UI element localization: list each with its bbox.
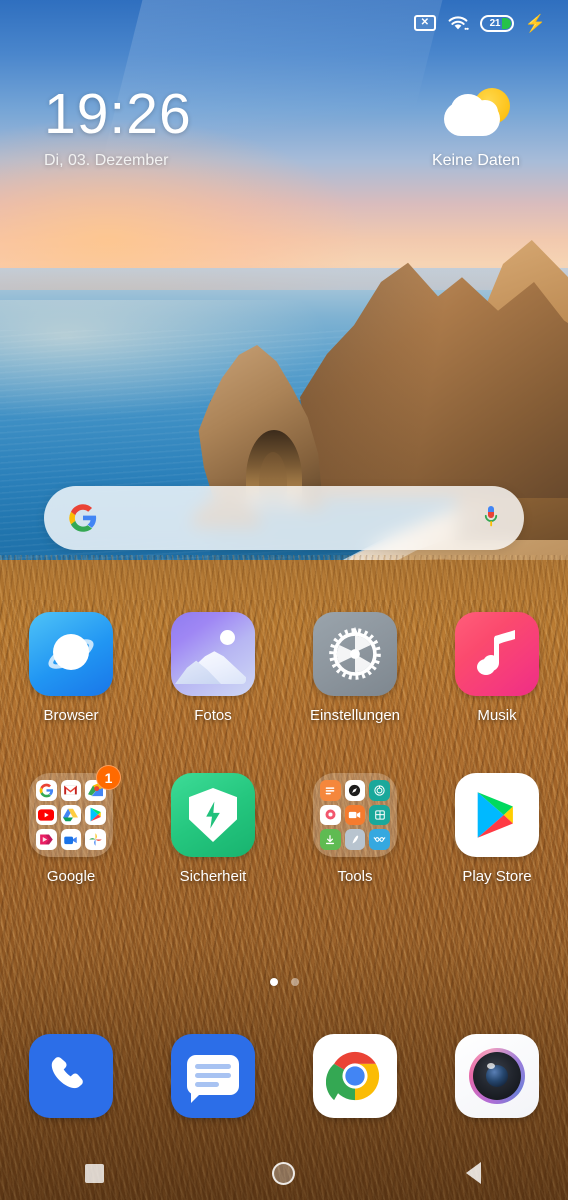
app-sicherheit[interactable]: Sicherheit — [142, 773, 284, 885]
microphone-icon[interactable] — [482, 503, 500, 533]
status-bar: ✕ 21 ⚡ — [0, 0, 568, 46]
drive-icon — [60, 804, 82, 826]
battery-level: 21 — [489, 17, 501, 29]
messages-icon[interactable] — [171, 1034, 255, 1118]
chrome-icon[interactable] — [313, 1034, 397, 1118]
app-label-tools: Tools — [337, 868, 373, 885]
page-dot-2[interactable] — [290, 978, 299, 986]
page-dot-1[interactable] — [269, 978, 278, 986]
app-grid: Browser Fotos Einstellungen Musik 1 Goog… — [0, 612, 568, 885]
wifi-icon — [447, 14, 469, 32]
clock-widget[interactable]: 19:26 Di, 03. Dezember — [44, 86, 192, 170]
notes-icon — [320, 780, 341, 801]
app-label-google: Google — [46, 868, 96, 885]
partly-cloudy-icon — [438, 88, 514, 144]
back-triangle-icon — [465, 1162, 481, 1184]
app-label-browser: Browser — [43, 707, 99, 724]
downloads-icon — [320, 829, 341, 850]
folder-google[interactable]: 1 Google — [0, 765, 142, 885]
recorder-icon — [369, 780, 390, 801]
app-row-1: Browser Fotos Einstellungen Musik — [0, 612, 568, 724]
app-label-play-store: Play Store — [462, 868, 532, 885]
app-fotos[interactable]: Fotos — [142, 612, 284, 724]
google-search-bar[interactable] — [44, 486, 524, 550]
play-store-icon[interactable] — [455, 773, 539, 857]
camera-icon[interactable] — [455, 1034, 539, 1118]
weather-widget[interactable]: Keine Daten — [416, 88, 536, 170]
google-g-icon — [36, 780, 57, 801]
photos-icon[interactable] — [171, 612, 255, 696]
clock-icon — [320, 804, 341, 826]
gmail-icon — [60, 780, 82, 801]
app-label-fotos: Fotos — [194, 707, 232, 724]
page-indicator[interactable] — [0, 978, 568, 986]
dock-item-camera[interactable] — [426, 1034, 568, 1118]
dock-item-phone[interactable] — [0, 1034, 142, 1118]
no-sim-glyph: ✕ — [420, 17, 430, 28]
play-movies-icon — [36, 829, 57, 850]
home-button[interactable] — [189, 1161, 378, 1185]
cleaner-icon — [344, 829, 366, 850]
clock-date: Di, 03. Dezember — [44, 152, 169, 169]
dock — [0, 1034, 568, 1118]
home-circle-icon — [272, 1161, 296, 1185]
app-musik[interactable]: Musik — [426, 612, 568, 724]
notification-badge: 1 — [96, 765, 121, 790]
phone-icon[interactable] — [29, 1034, 113, 1118]
dock-item-messages[interactable] — [142, 1034, 284, 1118]
battery-indicator: 21 — [479, 14, 514, 32]
weather-status-text: Keine Daten — [431, 152, 521, 169]
calculator-icon — [369, 804, 390, 826]
screen-recorder-icon — [344, 804, 366, 826]
navigation-bar — [0, 1146, 568, 1200]
clock-time: 19:26 — [44, 82, 192, 146]
home-screen: ✕ 21 ⚡ 19:26 Di, 03. Dezember Keine Date… — [0, 0, 568, 1200]
app-label-musik: Musik — [477, 707, 517, 724]
app-label-sicherheit: Sicherheit — [179, 868, 247, 885]
settings-gear-icon[interactable] — [313, 612, 397, 696]
scanner-icon — [369, 829, 390, 850]
wallpaper — [0, 0, 568, 1200]
google-g-icon — [68, 503, 98, 533]
compass-icon — [344, 780, 366, 801]
app-browser[interactable]: Browser — [0, 612, 142, 724]
folder-tools[interactable]: Tools — [284, 773, 426, 885]
youtube-icon — [36, 804, 57, 826]
meet-icon — [60, 829, 82, 850]
charging-bolt-icon: ⚡ — [524, 13, 546, 33]
recents-square-icon — [85, 1163, 105, 1183]
play-store-icon — [85, 804, 106, 826]
dock-item-chrome[interactable] — [284, 1034, 426, 1118]
app-label-einstellungen: Einstellungen — [309, 707, 401, 724]
app-einstellungen[interactable]: Einstellungen — [284, 612, 426, 724]
browser-icon[interactable] — [29, 612, 113, 696]
music-note-icon[interactable] — [455, 612, 539, 696]
app-row-2: 1 Google Sicherheit Tools Play Store — [0, 765, 568, 885]
no-sim-icon: ✕ — [413, 15, 436, 31]
back-button[interactable] — [379, 1162, 568, 1184]
tools-folder-icon[interactable] — [313, 773, 397, 857]
photos-icon — [85, 829, 106, 850]
security-shield-icon[interactable] — [171, 773, 255, 857]
recents-button[interactable] — [0, 1163, 189, 1183]
app-play-store[interactable]: Play Store — [426, 773, 568, 885]
